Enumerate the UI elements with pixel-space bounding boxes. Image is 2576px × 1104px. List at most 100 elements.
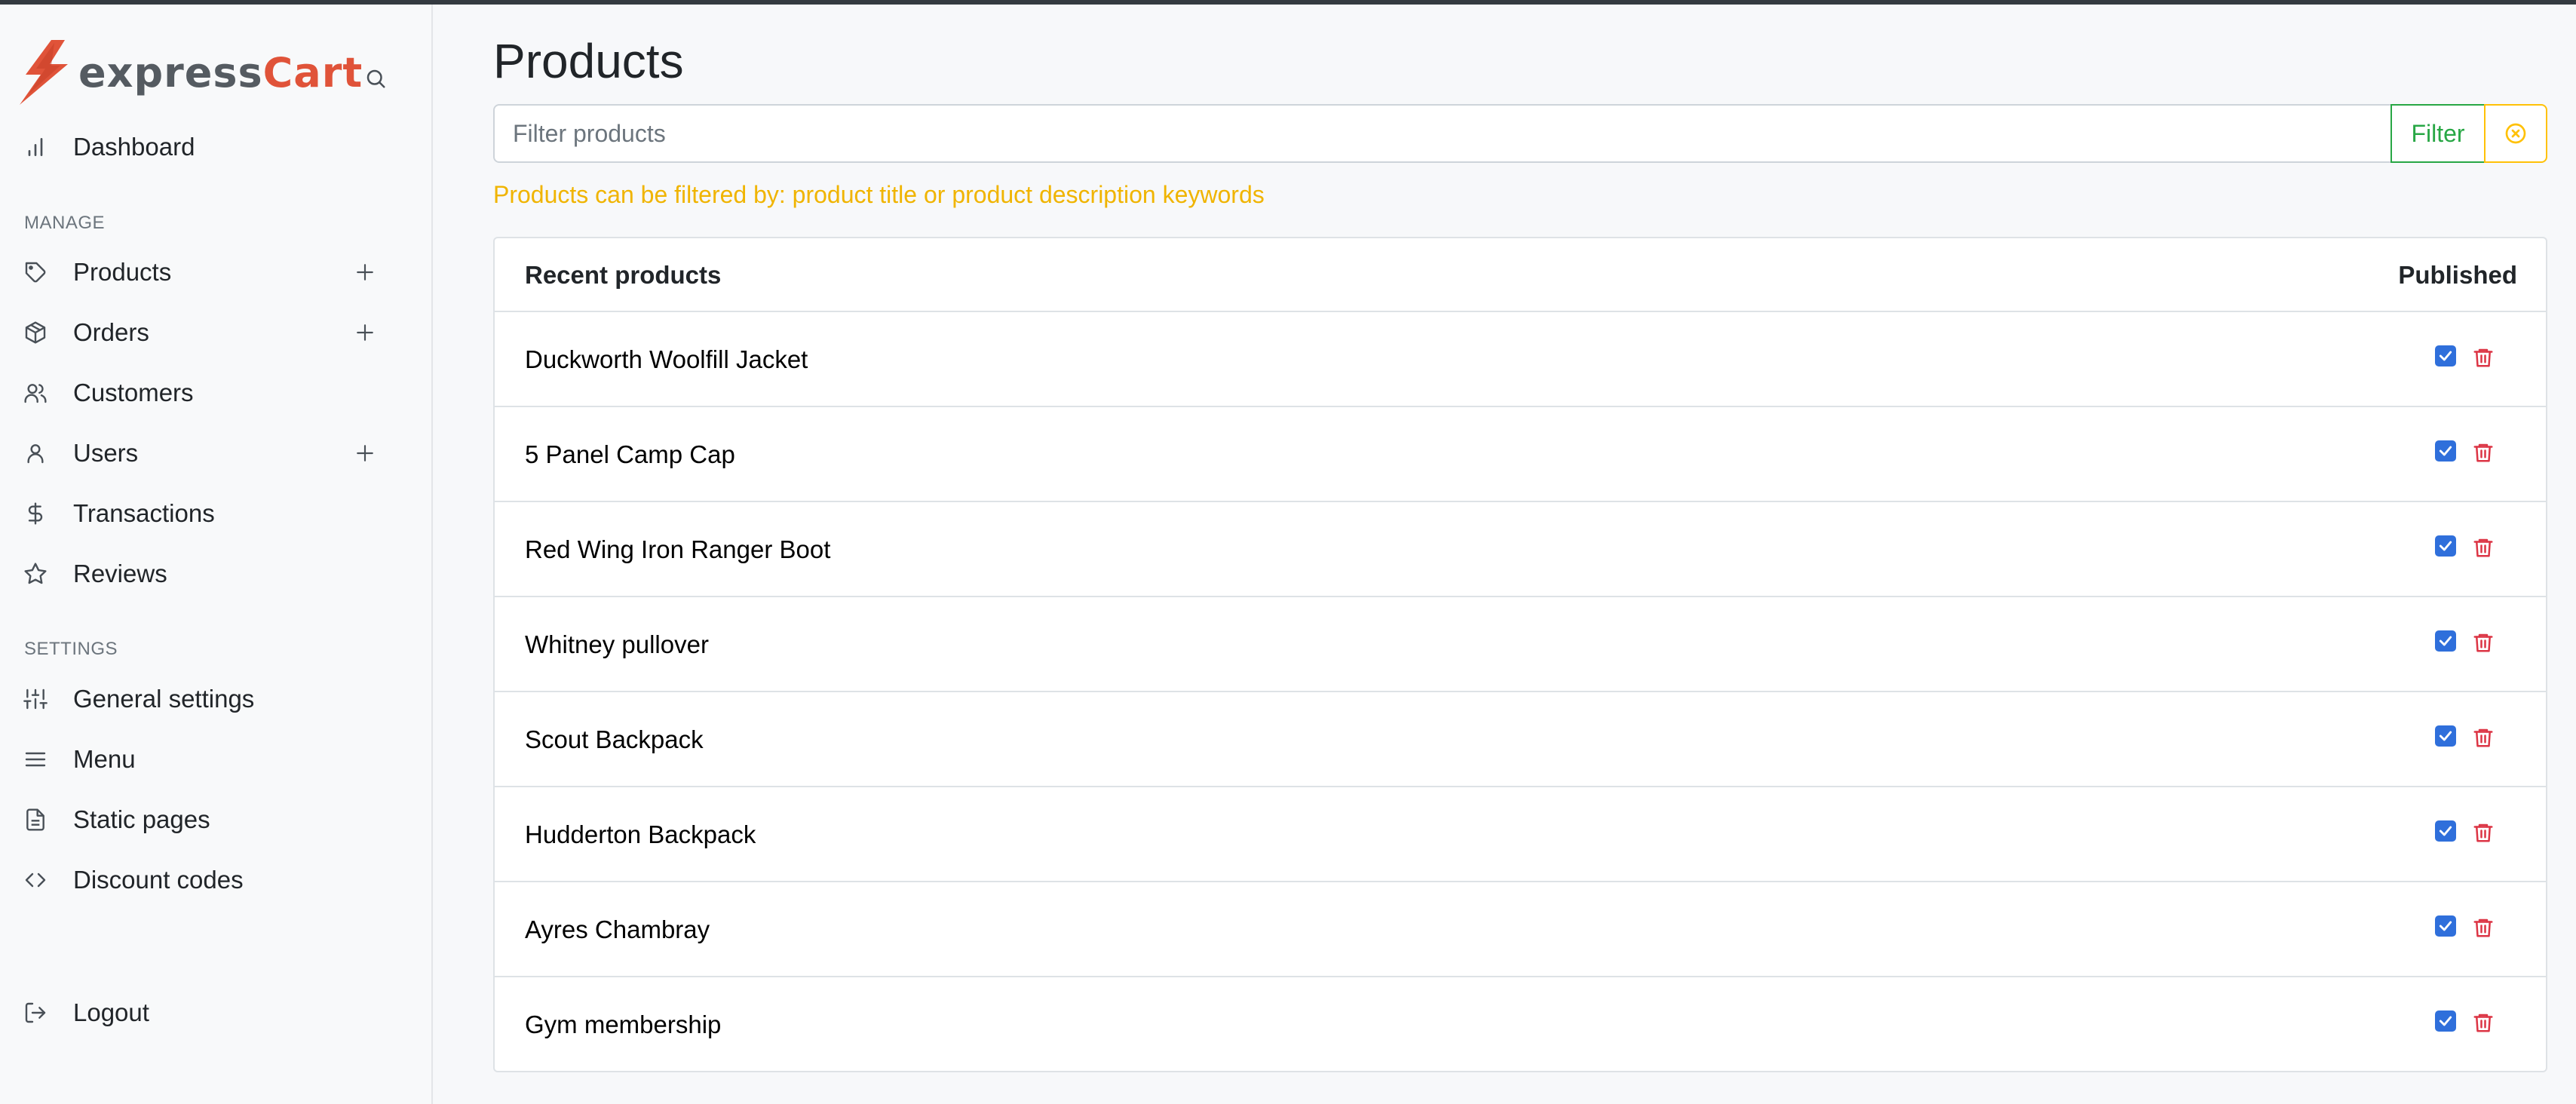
table-row: Hudderton Backpack — [495, 787, 2546, 882]
add-product-button[interactable] — [351, 259, 379, 286]
add-user-button[interactable] — [351, 440, 379, 467]
sidebar-item-general-settings[interactable]: General settings — [0, 673, 433, 725]
sidebar-item-customers[interactable]: Customers — [0, 366, 433, 419]
dollar-icon — [23, 501, 48, 526]
product-title-link[interactable]: Ayres Chambray — [525, 915, 710, 944]
column-header-published: Published — [2398, 261, 2517, 289]
brand-name: expressCart — [78, 49, 363, 97]
checkmark-icon — [2439, 541, 2452, 551]
trash-icon — [2473, 443, 2493, 462]
published-checkbox[interactable] — [2435, 725, 2456, 747]
published-checkbox[interactable] — [2435, 535, 2456, 557]
sidebar-item-label: Menu — [73, 745, 136, 773]
trash-icon — [2473, 823, 2493, 842]
tag-icon — [23, 259, 48, 285]
sidebar-item-label: Customers — [73, 379, 194, 406]
plus-icon — [357, 264, 373, 281]
section-heading-settings: SETTINGS — [24, 639, 118, 659]
table-row: Red Wing Iron Ranger Boot — [495, 502, 2546, 597]
sidebar-item-label: Products — [73, 258, 172, 286]
sidebar-item-dashboard[interactable]: Dashboard — [0, 121, 433, 173]
table-row: Ayres Chambray — [495, 882, 2546, 977]
close-circle-icon — [2505, 123, 2526, 144]
table-row: Gym membership — [495, 977, 2546, 1072]
filter-hint: Products can be filtered by: product tit… — [493, 181, 1265, 208]
checkmark-icon — [2439, 636, 2452, 646]
product-title-link[interactable]: Red Wing Iron Ranger Boot — [525, 535, 830, 564]
sidebar-item-label: Logout — [73, 998, 149, 1026]
checkmark-icon — [2439, 921, 2452, 931]
sidebar-item-label: Orders — [73, 318, 149, 346]
sidebar-item-label: Transactions — [73, 499, 215, 527]
section-heading-manage: MANAGE — [24, 213, 106, 233]
product-title-link[interactable]: Gym membership — [525, 1010, 721, 1039]
checkmark-icon — [2439, 731, 2452, 741]
table-row: Duckworth Woolfill Jacket — [495, 312, 2546, 407]
checkmark-icon — [2439, 351, 2452, 361]
sidebar-item-orders[interactable]: Orders — [0, 306, 433, 359]
filter-input[interactable] — [493, 104, 2392, 163]
page-title: Products — [493, 34, 684, 88]
sidebar-item-transactions[interactable]: Transactions — [0, 487, 433, 540]
delete-product-button[interactable] — [2470, 534, 2496, 561]
brand-name-part2: Cart — [262, 48, 363, 97]
search-button[interactable] — [360, 63, 391, 94]
table-header: Recent products Published — [495, 238, 2546, 312]
brand-name-part1: express — [78, 48, 263, 97]
published-checkbox[interactable] — [2435, 1010, 2456, 1032]
sidebar-item-label: General settings — [73, 685, 255, 713]
sliders-icon — [23, 686, 48, 712]
sidebar-item-label: Dashboard — [73, 133, 195, 161]
delete-product-button[interactable] — [2470, 819, 2496, 846]
add-order-button[interactable] — [351, 319, 379, 346]
sidebar-item-products[interactable]: Products — [0, 246, 433, 299]
sidebar: expressCart Dashboard MANAGE Products Or… — [0, 5, 433, 1104]
delete-product-button[interactable] — [2470, 344, 2496, 371]
trash-icon — [2473, 348, 2493, 367]
published-checkbox[interactable] — [2435, 915, 2456, 937]
product-title-link[interactable]: Scout Backpack — [525, 725, 704, 754]
lightning-logo-icon — [20, 40, 68, 105]
search-icon — [366, 69, 385, 88]
code-icon — [23, 867, 48, 893]
delete-product-button[interactable] — [2470, 724, 2496, 751]
package-icon — [23, 320, 48, 345]
clear-filter-button[interactable] — [2484, 104, 2547, 163]
file-icon — [23, 807, 48, 833]
plus-icon — [357, 324, 373, 341]
trash-icon — [2473, 633, 2493, 652]
published-checkbox[interactable] — [2435, 345, 2456, 366]
sidebar-item-label: Reviews — [73, 560, 167, 587]
sidebar-item-users[interactable]: Users — [0, 427, 433, 480]
users-icon — [23, 380, 48, 406]
trash-icon — [2473, 1014, 2493, 1032]
sidebar-item-label: Static pages — [73, 805, 210, 833]
user-icon — [23, 440, 48, 466]
published-checkbox[interactable] — [2435, 630, 2456, 652]
sidebar-item-label: Discount codes — [73, 866, 244, 894]
sidebar-item-reviews[interactable]: Reviews — [0, 547, 433, 600]
product-title-link[interactable]: 5 Panel Camp Cap — [525, 440, 735, 469]
trash-icon — [2473, 538, 2493, 557]
sidebar-item-discount-codes[interactable]: Discount codes — [0, 854, 433, 906]
table-row: Whitney pullover — [495, 597, 2546, 692]
checkmark-icon — [2439, 1016, 2452, 1026]
filter-button[interactable]: Filter — [2390, 104, 2486, 163]
products-table: Recent products Published Duckworth Wool… — [493, 237, 2547, 1072]
brand-logo[interactable]: expressCart — [15, 35, 363, 110]
delete-product-button[interactable] — [2470, 439, 2496, 466]
table-row: 5 Panel Camp Cap — [495, 407, 2546, 502]
trash-icon — [2473, 918, 2493, 937]
product-title-link[interactable]: Hudderton Backpack — [525, 820, 756, 849]
delete-product-button[interactable] — [2470, 1009, 2496, 1036]
published-checkbox[interactable] — [2435, 820, 2456, 842]
sidebar-item-menu[interactable]: Menu — [0, 733, 433, 786]
product-title-link[interactable]: Whitney pullover — [525, 630, 709, 659]
delete-product-button[interactable] — [2470, 629, 2496, 656]
product-title-link[interactable]: Duckworth Woolfill Jacket — [525, 345, 808, 374]
sidebar-item-logout[interactable]: Logout — [0, 986, 433, 1039]
plus-icon — [357, 445, 373, 462]
delete-product-button[interactable] — [2470, 914, 2496, 941]
sidebar-item-static-pages[interactable]: Static pages — [0, 793, 433, 846]
published-checkbox[interactable] — [2435, 440, 2456, 462]
